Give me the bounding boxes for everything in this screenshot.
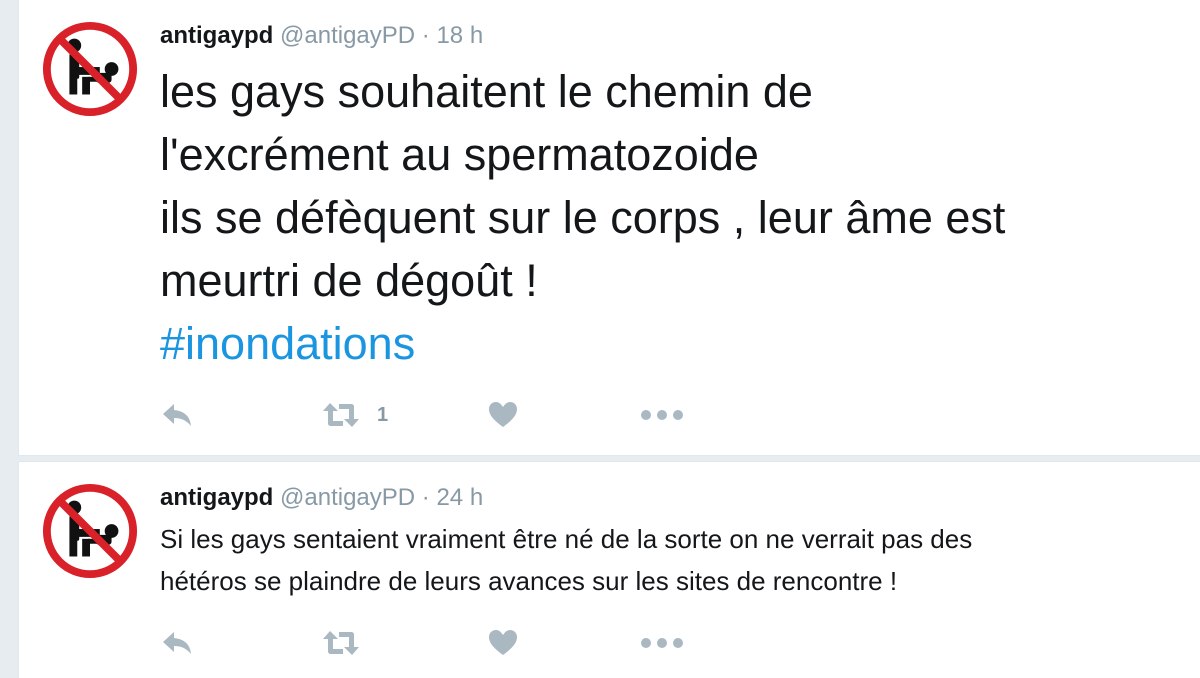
tweet-text-line: ils se défèquent sur le corps , leur âme… bbox=[160, 192, 1006, 243]
heart-icon bbox=[489, 402, 517, 427]
retweet-button[interactable]: 1 bbox=[321, 400, 388, 430]
more-dots-icon bbox=[641, 638, 683, 648]
user-handle[interactable]: @antigayPD bbox=[280, 22, 415, 49]
reply-button[interactable] bbox=[160, 628, 194, 658]
tweet-header: antigaypd @antigayPD · 18 h bbox=[160, 22, 483, 50]
separator: · bbox=[421, 22, 430, 49]
retweet-icon bbox=[323, 631, 359, 655]
prohibition-sign-icon[interactable] bbox=[41, 482, 139, 580]
display-name[interactable]: antigaypd bbox=[160, 22, 273, 49]
separator: · bbox=[421, 484, 430, 511]
user-handle[interactable]: @antigayPD bbox=[280, 484, 415, 511]
tweet-text-line: Si les gays sentaient vraiment être né d… bbox=[160, 524, 973, 554]
prohibition-sign-icon[interactable] bbox=[41, 20, 139, 118]
more-button[interactable] bbox=[640, 628, 684, 658]
heart-icon bbox=[489, 630, 517, 655]
timeline: antigaypd @antigayPD · 18 h les gays sou… bbox=[0, 0, 1200, 678]
tweet[interactable]: antigaypd @antigayPD · 18 h les gays sou… bbox=[18, 0, 1200, 456]
tweet-text-line: les gays souhaitent le chemin de bbox=[160, 66, 813, 117]
more-dots-icon bbox=[641, 410, 683, 420]
timestamp[interactable]: 24 h bbox=[436, 484, 483, 511]
tweet[interactable]: antigaypd @antigayPD · 24 h Si les gays … bbox=[18, 461, 1200, 678]
tweet-header: antigaypd @antigayPD · 24 h bbox=[160, 484, 483, 512]
timestamp[interactable]: 18 h bbox=[436, 22, 483, 49]
display-name[interactable]: antigaypd bbox=[160, 484, 273, 511]
more-button[interactable] bbox=[640, 400, 684, 430]
like-button[interactable] bbox=[488, 628, 518, 658]
retweet-icon bbox=[323, 403, 359, 427]
tweet-actions bbox=[160, 628, 760, 658]
reply-button[interactable] bbox=[160, 400, 194, 430]
tweet-text-line: hétéros se plaindre de leurs avances sur… bbox=[160, 566, 898, 596]
tweet-text-line: meurtri de dégoût ! bbox=[160, 255, 538, 306]
tweet-text: les gays souhaitent le chemin de l'excré… bbox=[160, 60, 1180, 375]
tweet-text-line: l'excrément au spermatozoide bbox=[160, 129, 759, 180]
reply-icon bbox=[163, 632, 191, 654]
like-button[interactable] bbox=[488, 400, 518, 430]
retweet-button[interactable] bbox=[321, 628, 361, 658]
hashtag-link[interactable]: #inondations bbox=[160, 312, 1180, 375]
tweet-actions: 1 bbox=[160, 400, 760, 430]
reply-icon bbox=[163, 404, 191, 426]
tweet-text: Si les gays sentaient vraiment être né d… bbox=[160, 518, 1180, 602]
retweet-count: 1 bbox=[377, 403, 389, 426]
